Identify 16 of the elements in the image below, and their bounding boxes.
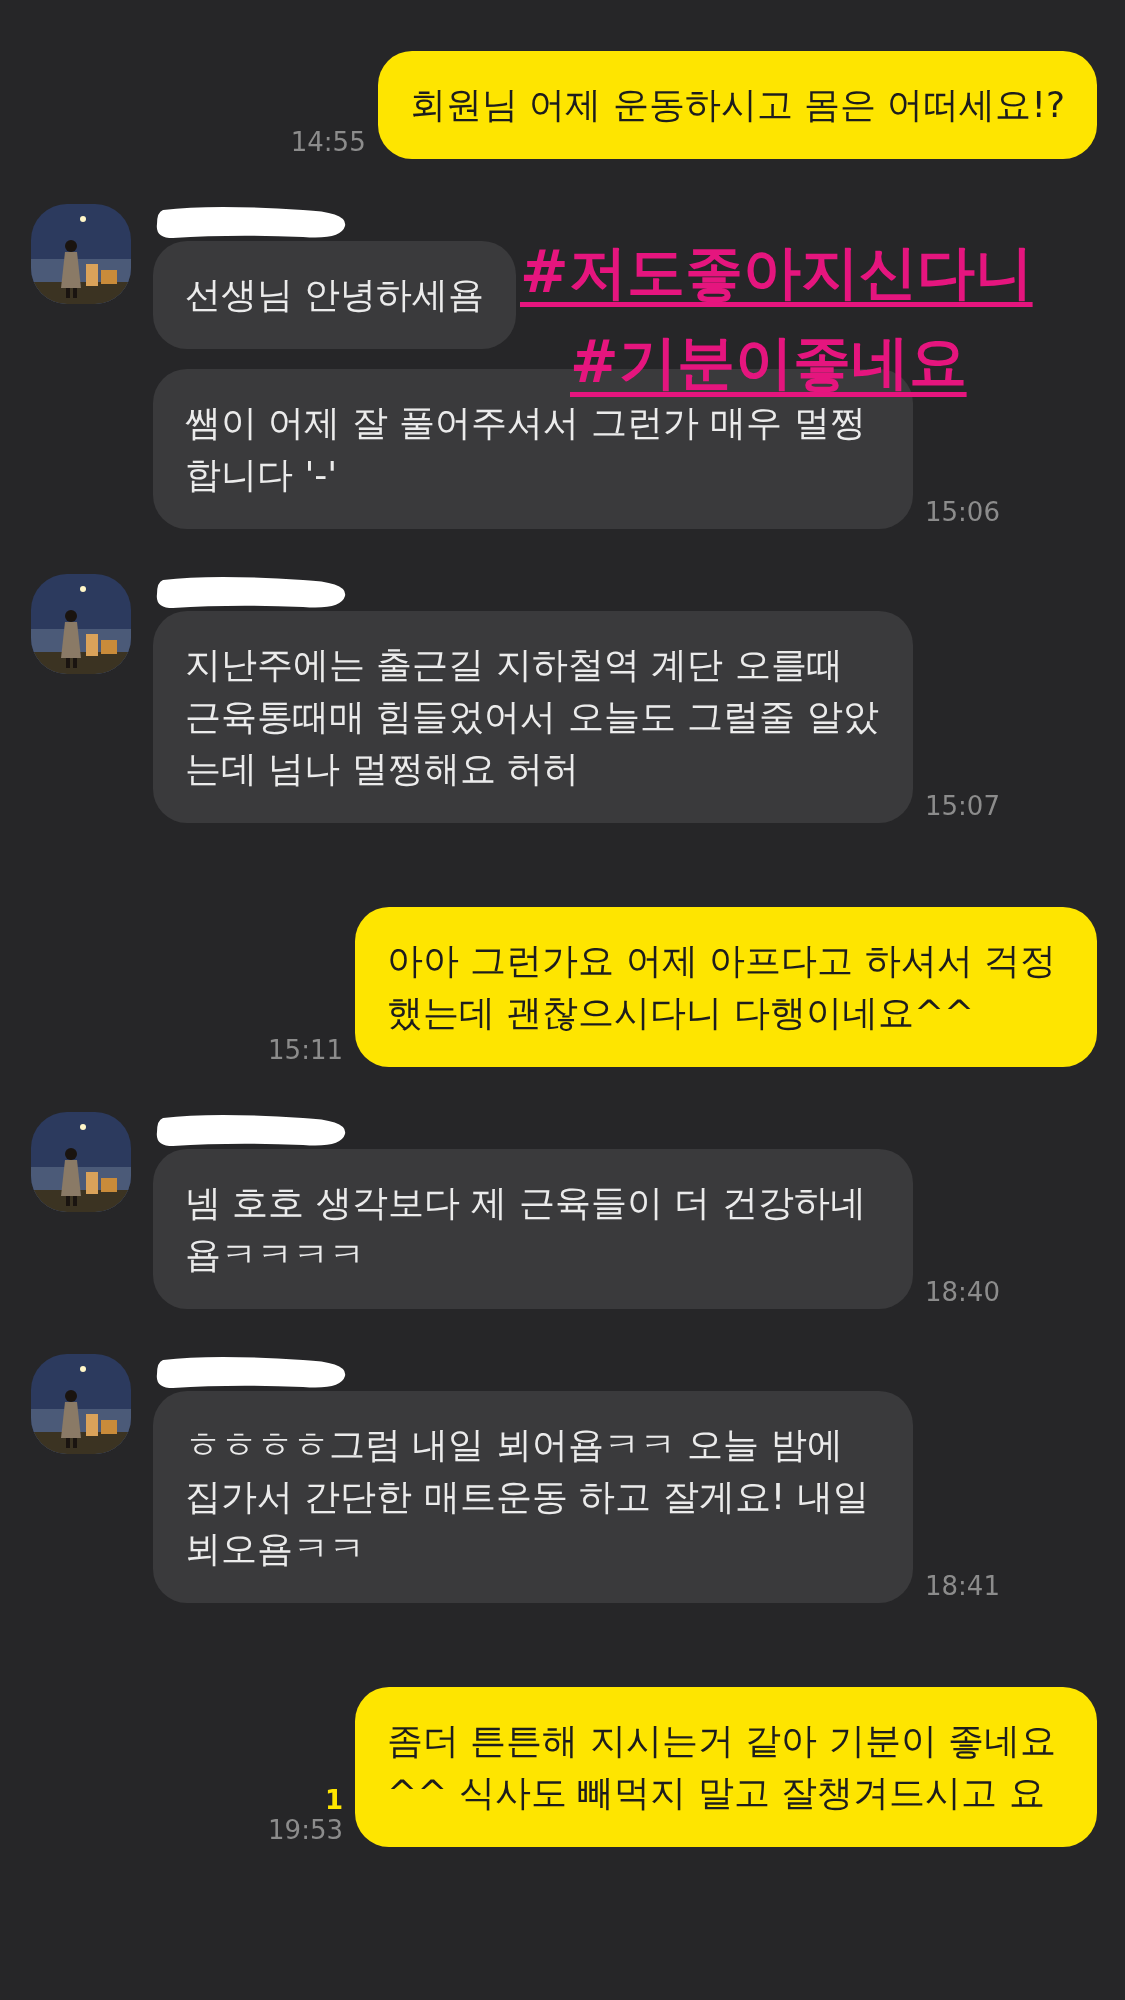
chat-bubble: 좀더 튼튼해 지시는거 같아 기분이 좋네요^^ 식사도 빼먹지 말고 잘챙겨드시고 요 [355,1687,1097,1847]
message-time: 15:11 [268,1035,343,1065]
message-time: 19:53 [268,1815,343,1845]
hashtag-caption: #저도좋아지신다니 [520,237,1033,308]
chat-bubble: ㅎㅎㅎㅎ그럼 내일 뵈어욥ㅋㅋ 오늘 밤에 집가서 간단한 매트운동 하고 잘게요! 내일뵈오욤ㅋㅋ [153,1391,913,1603]
chat-bubble: 선생님 안녕하세욤 [153,241,517,349]
message-time: 15:06 [925,497,1000,527]
unread-count: 1 [324,1785,343,1815]
message-time: 18:40 [925,1277,1000,1307]
chat-bubble: 회원님 어제 운동하시고 몸은 어떠세요!? [377,51,1097,159]
message-time: 14:55 [290,127,366,157]
chat-bubble: 넴 호호 생각보다 제 근육들이 더 건강하네욥ㅋㅋㅋㅋ [153,1149,913,1309]
message-time: 18:41 [925,1571,1000,1601]
message-time: 15:07 [925,791,1000,821]
chat-bubble: 아아 그런가요 어제 아프다고 하셔서 걱정했는데 괜찮으시다니 다행이네요^^ [355,907,1097,1067]
chat-bubble: 지난주에는 출근길 지하철역 계단 오를때 근육통때매 힘들었어서 오늘도 그럴줄 알았는데 넘나 멀쩡해요 허허 [153,611,913,823]
